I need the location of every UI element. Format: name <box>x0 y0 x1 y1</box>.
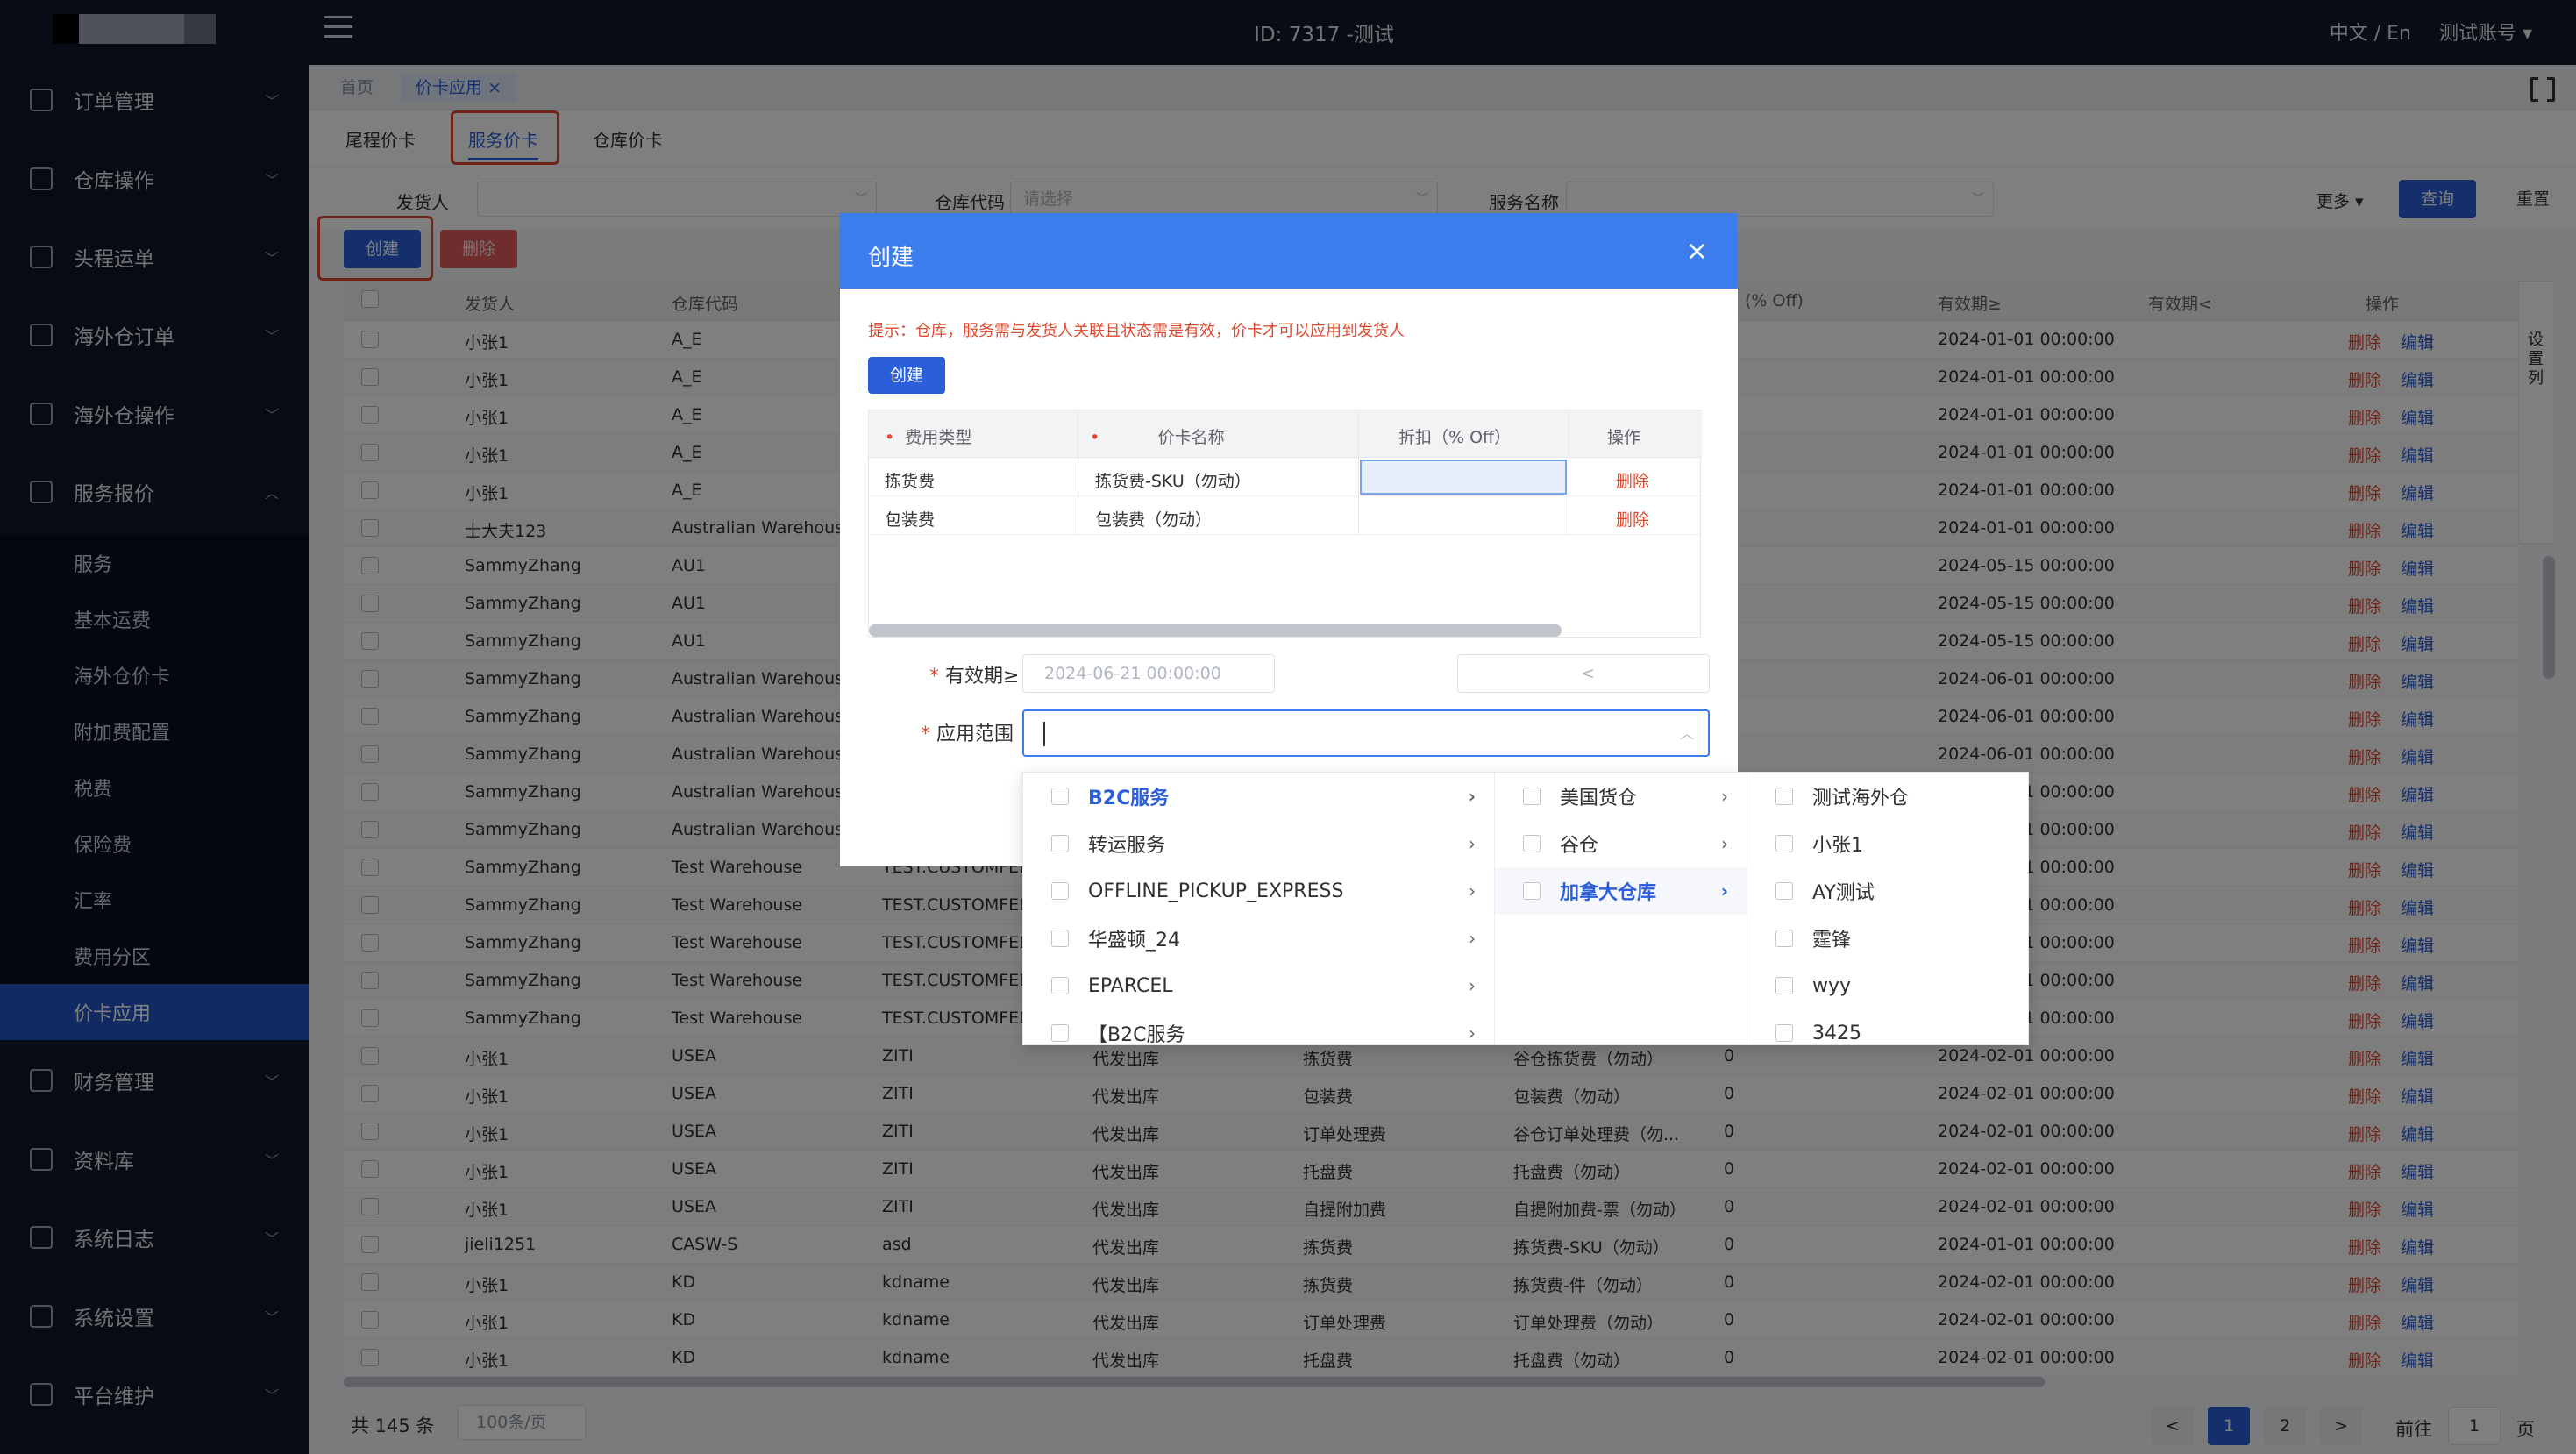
chevron-right-icon: › <box>1469 928 1476 949</box>
cascader-option[interactable]: 转运服务 › <box>1023 820 1495 867</box>
valid-to-input[interactable]: < <box>1457 654 1710 693</box>
cascader-option[interactable]: 霆锋 <box>1747 915 2028 962</box>
scope-input[interactable]: ︿ <box>1022 709 1710 757</box>
modal-tip: 提示：仓库，服务需与发货人关联且状态需是有效，价卡才可以应用到发货人 <box>868 322 1405 340</box>
cascader-col-2: 美国货仓 › 谷仓 › 加拿大仓库 › <box>1495 773 1747 1044</box>
chevron-up-icon: ︿ <box>1679 725 1694 742</box>
checkbox[interactable] <box>1523 882 1541 900</box>
valid-from-input[interactable]: 2024-06-21 00:00:00 <box>1022 654 1275 693</box>
checkbox[interactable] <box>1775 788 1793 805</box>
col-discount: 折扣（% Off） <box>1398 428 1512 447</box>
chevron-right-icon: › <box>1720 880 1728 902</box>
cascader-option[interactable]: 谷仓 › <box>1495 820 1747 867</box>
modal-header: 创建 × <box>840 213 1738 289</box>
cascader-option[interactable]: 美国货仓 › <box>1495 773 1747 820</box>
chevron-right-icon: › <box>1721 833 1728 854</box>
chevron-right-icon: › <box>1469 880 1476 902</box>
modal-create-button[interactable]: 创建 <box>868 357 945 394</box>
cascader-option[interactable]: 小张1 <box>1747 820 2028 867</box>
modal-title: 创建 <box>868 245 914 271</box>
cascader-option[interactable]: B2C服务 › <box>1023 773 1495 820</box>
fee-table-header: • 费用类型 • 价卡名称 折扣（% Off） 操作 <box>869 410 1702 458</box>
fee-row: 拣货费 拣货费-SKU（勿动） 删除 <box>869 458 1702 496</box>
fee-table-scrollbar[interactable] <box>869 624 1562 637</box>
cascader-option[interactable]: 3425 <box>1747 1009 2028 1044</box>
col-card-name: 价卡名称 <box>1157 428 1225 447</box>
fee-row: 包装费 包装费（勿动） 删除 <box>869 496 1702 535</box>
cascader-option[interactable]: 加拿大仓库 › <box>1495 867 1747 915</box>
checkbox[interactable] <box>1051 1024 1069 1042</box>
close-icon[interactable]: × <box>1686 236 1708 267</box>
chevron-right-icon: › <box>1721 786 1728 807</box>
discount-input[interactable] <box>1360 460 1567 495</box>
create-modal: 创建 × 提示：仓库，服务需与发货人关联且状态需是有效，价卡才可以应用到发货人 … <box>840 213 1738 866</box>
cascader-option[interactable]: 华盛顿_24 › <box>1023 915 1495 962</box>
fee-table: • 费用类型 • 价卡名称 折扣（% Off） 操作 拣货费 拣货费-SKU（勿… <box>868 410 1702 638</box>
cascader-option[interactable]: 测试海外仓 <box>1747 773 2028 820</box>
checkbox[interactable] <box>1051 930 1069 947</box>
checkbox[interactable] <box>1775 977 1793 994</box>
checkbox[interactable] <box>1775 930 1793 947</box>
chevron-right-icon: › <box>1468 786 1476 807</box>
checkbox[interactable] <box>1523 835 1541 852</box>
cascader-option[interactable]: OFFLINE_PICKUP_EXPRESS › <box>1023 867 1495 915</box>
cascader-option[interactable]: wyy <box>1747 962 2028 1009</box>
col-action: 操作 <box>1607 428 1641 447</box>
cascader-option[interactable]: EPARCEL › <box>1023 962 1495 1009</box>
chevron-right-icon: › <box>1469 833 1476 854</box>
col-fee-type: 费用类型 <box>905 428 972 447</box>
fee-row-delete[interactable]: 删除 <box>1616 507 1649 531</box>
checkbox[interactable] <box>1775 882 1793 900</box>
checkbox[interactable] <box>1051 788 1069 805</box>
chevron-right-icon: › <box>1469 975 1476 996</box>
fee-row-delete[interactable]: 删除 <box>1616 468 1649 492</box>
cascader-col-3: 测试海外仓 小张1 AY测试 霆锋 wyy 3425 <box>1747 773 2028 1044</box>
checkbox[interactable] <box>1775 1024 1793 1042</box>
scope-cascader: B2C服务 › 转运服务 › OFFLINE_PICKUP_EXPRESS › 华盛顿… <box>1022 772 2029 1045</box>
cascader-col-1: B2C服务 › 转运服务 › OFFLINE_PICKUP_EXPRESS › 华盛顿… <box>1023 773 1495 1044</box>
cascader-option[interactable]: AY测试 <box>1747 867 2028 915</box>
checkbox[interactable] <box>1051 977 1069 994</box>
checkbox[interactable] <box>1523 788 1541 805</box>
chevron-right-icon: › <box>1469 1023 1476 1044</box>
valid-from-label: 有效期≥ <box>945 666 1020 688</box>
checkbox[interactable] <box>1051 882 1069 900</box>
cascader-option[interactable]: 【B2C服务 › <box>1023 1009 1495 1044</box>
checkbox[interactable] <box>1051 835 1069 852</box>
checkbox[interactable] <box>1775 835 1793 852</box>
scope-label: 应用范围 <box>936 723 1014 745</box>
